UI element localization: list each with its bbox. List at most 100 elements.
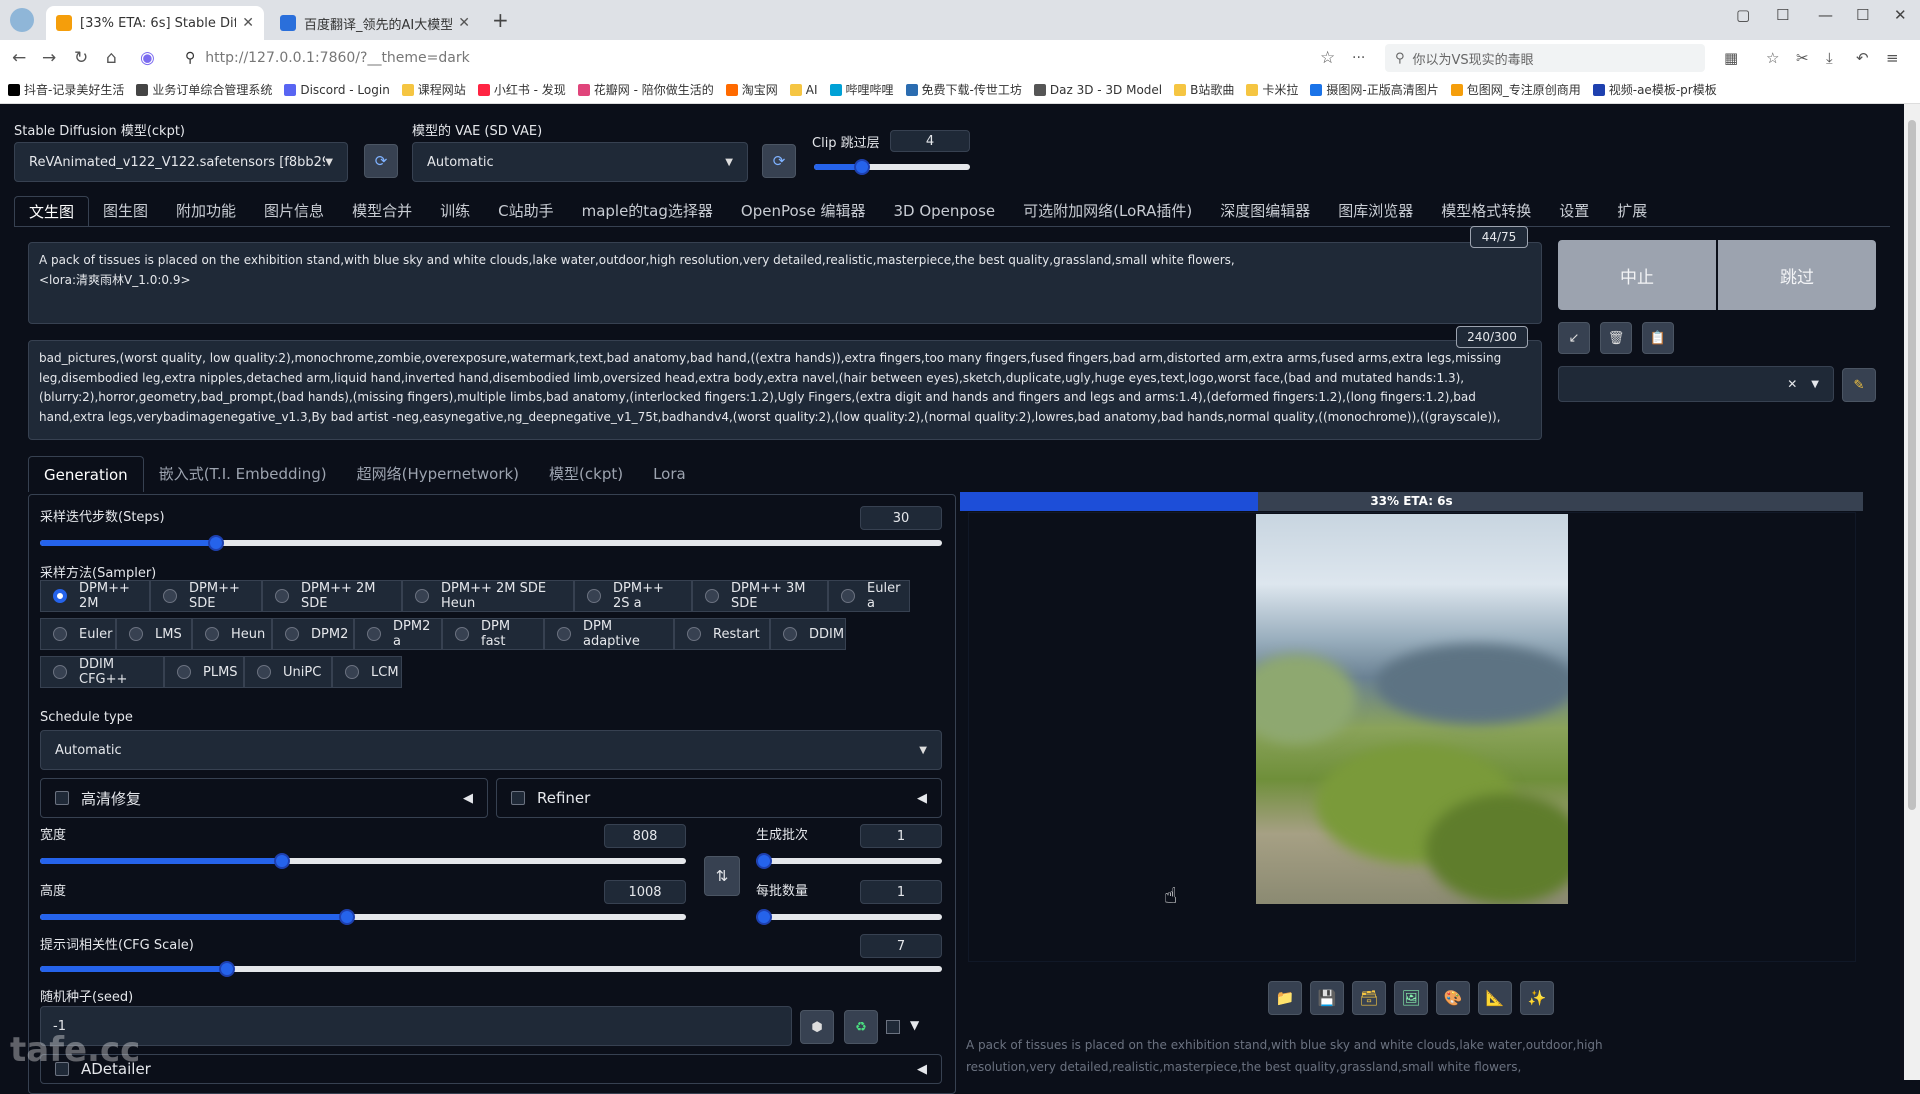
bookmark-item[interactable]: 小红书 - 发现 xyxy=(477,81,566,98)
collapse-triangle-icon[interactable]: ◀ xyxy=(917,791,927,806)
maximize-icon[interactable]: ☐ xyxy=(1856,6,1869,24)
bookmark-item[interactable]: 花瓣网 - 陪你做生活的 xyxy=(577,81,714,98)
menu-icon[interactable]: ≡ xyxy=(1886,40,1899,76)
main-tab[interactable]: 文生图 xyxy=(14,196,90,226)
main-tab[interactable]: C站助手 xyxy=(484,196,567,226)
browser-profile-icon[interactable] xyxy=(10,8,34,32)
apps-icon[interactable]: ▦ xyxy=(1724,40,1738,76)
radio-button-icon[interactable] xyxy=(783,627,797,641)
steps-slider[interactable] xyxy=(40,535,942,551)
slider-knob[interactable] xyxy=(207,535,224,551)
batch-size-slider[interactable] xyxy=(756,909,942,925)
interrupt-button[interactable]: 中止 xyxy=(1558,240,1716,310)
sampler-option[interactable]: Heun xyxy=(192,618,272,650)
radio-button-icon[interactable] xyxy=(587,589,601,603)
browser-tab-baidu[interactable]: 百度翻译_领先的AI大模型翻 ✕ xyxy=(270,6,480,40)
extension-icon[interactable]: ◉ xyxy=(140,40,155,76)
radio-button-icon[interactable] xyxy=(129,627,143,641)
clear-prompt-button[interactable]: 🗑 xyxy=(1600,322,1632,354)
negative-prompt-textarea[interactable]: bad_pictures,(worst quality, low quality… xyxy=(28,340,1542,440)
sampler-option[interactable]: DPM++ 2S a xyxy=(574,580,692,612)
favorites-icon[interactable]: ☆ xyxy=(1766,40,1779,76)
bookmark-item[interactable]: 抖音-记录美好生活 xyxy=(8,81,124,98)
edit-styles-button[interactable]: ✎ xyxy=(1842,368,1876,402)
extra-seed-toggle-icon[interactable]: ▼ xyxy=(910,1018,919,1032)
paste-style-button[interactable]: 📋 xyxy=(1642,322,1674,354)
clip-skip-slider[interactable] xyxy=(814,159,970,175)
radio-button-icon[interactable] xyxy=(415,589,429,603)
sampler-option[interactable]: Euler xyxy=(40,618,116,650)
sampler-option[interactable]: LMS xyxy=(116,618,192,650)
main-tab[interactable]: 模型合并 xyxy=(338,196,426,226)
forward-icon[interactable]: → xyxy=(42,40,56,76)
sampler-option[interactable]: UniPC xyxy=(244,656,332,688)
radio-button-icon[interactable] xyxy=(53,665,67,679)
radio-button-icon[interactable] xyxy=(367,627,381,641)
radio-button-icon[interactable] xyxy=(841,589,855,603)
upscale-button[interactable]: ✨ xyxy=(1520,981,1554,1015)
sampler-option[interactable]: DPM2 xyxy=(272,618,354,650)
sub-tab[interactable]: Generation xyxy=(28,456,144,492)
page-scrollbar[interactable] xyxy=(1904,104,1920,1080)
browser-search-field[interactable]: ⚲ 你以为VS现实的毒眼 xyxy=(1385,44,1705,72)
height-input[interactable]: 1008 xyxy=(604,880,686,904)
radio-button-icon[interactable] xyxy=(53,627,67,641)
new-tab-button[interactable]: + xyxy=(492,8,509,32)
hires-fix-accordion[interactable]: 高清修复 ◀ xyxy=(40,778,488,818)
browser-tab-sd[interactable]: [33% ETA: 6s] Stable Diffusi ✕ xyxy=(46,6,264,40)
radio-button-icon[interactable] xyxy=(687,627,701,641)
collapse-triangle-icon[interactable]: ◀ xyxy=(463,791,473,806)
sampler-option[interactable]: DPM++ 3M SDE xyxy=(692,580,828,612)
refiner-checkbox[interactable] xyxy=(511,791,525,805)
batch-count-input[interactable]: 1 xyxy=(860,824,942,848)
bookmark-item[interactable]: B站歌曲 xyxy=(1174,81,1234,98)
preview-image[interactable] xyxy=(1256,514,1568,904)
swap-dimensions-button[interactable]: ⇅ xyxy=(704,856,740,896)
radio-button-icon[interactable] xyxy=(345,665,359,679)
reload-icon[interactable]: ↻ xyxy=(74,40,88,76)
main-tab[interactable]: 训练 xyxy=(426,196,484,226)
window-badge-icon[interactable]: ▢ xyxy=(1736,6,1750,24)
radio-button-icon[interactable] xyxy=(205,627,219,641)
bookmark-item[interactable]: 摄图网-正版高清图片 xyxy=(1310,81,1439,98)
open-folder-button[interactable]: 📁 xyxy=(1268,981,1302,1015)
radio-button-icon[interactable] xyxy=(163,589,177,603)
batch-size-input[interactable]: 1 xyxy=(860,880,942,904)
sampler-option[interactable]: DPM adaptive xyxy=(544,618,674,650)
radio-button-icon[interactable] xyxy=(557,627,571,641)
bookmark-item[interactable]: 哔哩哔哩 xyxy=(829,81,894,98)
bookmark-item[interactable]: 免费下载-传世工坊 xyxy=(905,81,1022,98)
home-icon[interactable]: ⌂ xyxy=(106,40,117,76)
sampler-option[interactable]: DPM fast xyxy=(442,618,544,650)
send-to-inpaint-button[interactable]: 🎨 xyxy=(1436,981,1470,1015)
slider-knob[interactable] xyxy=(854,159,870,175)
radio-button-icon[interactable] xyxy=(705,589,719,603)
main-tab[interactable]: 附加功能 xyxy=(162,196,250,226)
sampler-option[interactable]: DPM++ 2M SDE xyxy=(262,580,402,612)
seed-input[interactable]: -1 xyxy=(40,1006,792,1046)
batch-count-slider[interactable] xyxy=(756,853,942,869)
sampler-option[interactable]: DPM++ 2M SDE Heun xyxy=(402,580,574,612)
radio-button-icon[interactable] xyxy=(455,627,469,641)
sampler-option[interactable]: Restart xyxy=(674,618,770,650)
main-tab[interactable]: OpenPose 编辑器 xyxy=(727,196,880,226)
slider-knob[interactable] xyxy=(218,961,235,977)
zip-button[interactable]: 🗃 xyxy=(1352,981,1386,1015)
bookmark-item[interactable]: 视频-ae模板-pr模板 xyxy=(1592,81,1717,98)
refresh-vae-button[interactable]: ⟳ xyxy=(762,144,796,178)
ckpt-dropdown[interactable]: ReVAnimated_v122_V122.safetensors [f8bb2… xyxy=(14,142,348,182)
reuse-seed-button[interactable]: ♻ xyxy=(844,1010,878,1044)
extra-seed-checkbox[interactable] xyxy=(886,1020,900,1034)
bookmark-item[interactable]: 淘宝网 xyxy=(725,81,778,98)
send-to-img2img-button[interactable]: 🖼 xyxy=(1394,981,1428,1015)
save-button[interactable]: 💾 xyxy=(1310,981,1344,1015)
radio-button-icon[interactable] xyxy=(275,589,289,603)
slider-knob[interactable] xyxy=(756,909,772,925)
bookmark-item[interactable]: 包图网_专注原创商用 xyxy=(1450,81,1581,98)
send-to-extras-button[interactable]: 📐 xyxy=(1478,981,1512,1015)
main-tab[interactable]: 图库浏览器 xyxy=(1324,196,1427,226)
collapse-triangle-icon[interactable]: ◀ xyxy=(917,1062,927,1077)
minimize-icon[interactable]: — xyxy=(1818,6,1833,24)
bookmark-item[interactable]: AI xyxy=(789,83,818,97)
skip-button[interactable]: 跳过 xyxy=(1718,240,1876,310)
